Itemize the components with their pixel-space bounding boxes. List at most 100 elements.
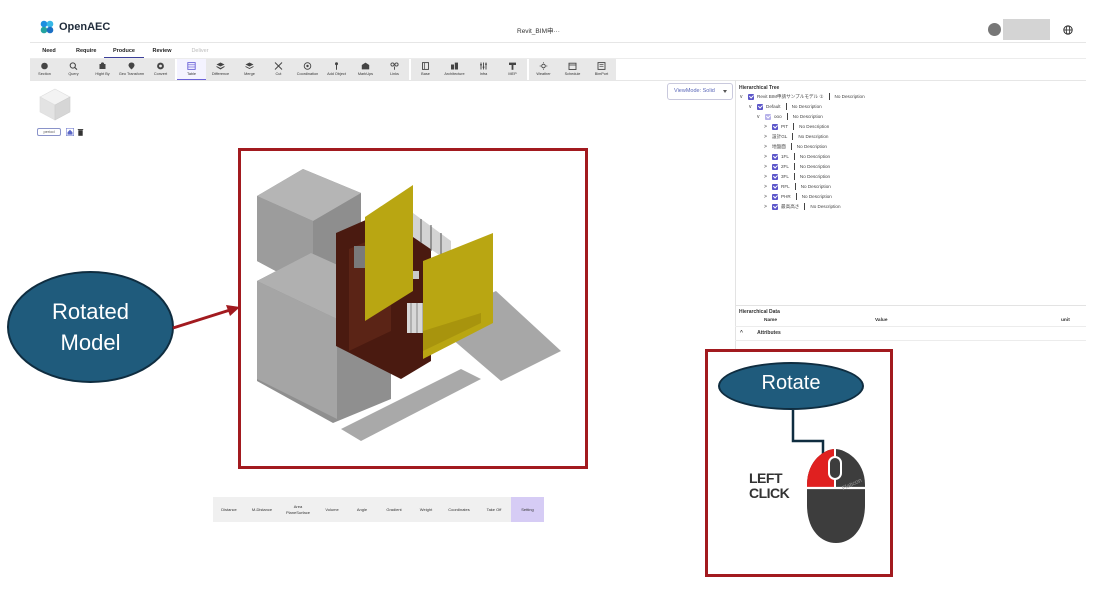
tab-require[interactable]: Require (68, 46, 104, 58)
home-icon[interactable] (66, 128, 74, 136)
query-button[interactable]: Query (59, 59, 88, 80)
tree-row[interactable]: > PHR No Description (764, 192, 832, 201)
document-title: Revit_BIM申··· (517, 28, 560, 35)
checkbox[interactable] (772, 183, 778, 190)
tree-row[interactable]: > 3FL No Description (764, 172, 830, 181)
tree-item-description: No Description (810, 204, 841, 209)
section-button[interactable]: Section (30, 59, 59, 80)
chevron-right-icon[interactable]: > (764, 124, 769, 130)
separator (828, 93, 830, 100)
coordination-icon (303, 62, 312, 70)
chevron-right-icon[interactable]: > (764, 144, 769, 150)
infra-button[interactable]: Infra (469, 59, 498, 80)
building-3d-model[interactable] (241, 151, 585, 466)
take-off-button[interactable]: Take Off (477, 497, 511, 522)
user-avatar-icon[interactable] (988, 23, 1001, 36)
infra-label: Infra (479, 72, 488, 76)
user-name-box[interactable] (1003, 19, 1050, 40)
checkbox[interactable] (772, 193, 778, 200)
weight-button[interactable]: Weight (411, 497, 441, 522)
chevron-down-icon[interactable]: v (757, 114, 762, 120)
view-cube-icon[interactable] (37, 86, 73, 122)
period-chip[interactable]: period (37, 128, 61, 136)
tree-row[interactable]: > 地盤面 No Description (764, 142, 827, 151)
chevron-down-icon[interactable]: v (740, 94, 745, 100)
openaec-logo[interactable]: OpenAEC (40, 20, 110, 34)
base-button[interactable]: Base (411, 59, 440, 80)
distance-button[interactable]: Distance (213, 497, 245, 522)
checkbox[interactable] (772, 203, 778, 210)
links-button[interactable]: Links (380, 59, 409, 80)
tree-row[interactable]: > 2FL No Description (764, 162, 830, 171)
convert-button[interactable]: Convert (146, 59, 175, 80)
tree-row[interactable]: > RFL No Description (764, 182, 831, 191)
trash-icon[interactable] (77, 128, 84, 136)
checkbox[interactable] (757, 103, 763, 110)
m-distance-button[interactable]: M-Distance (245, 497, 279, 522)
coordinates-button[interactable]: Coordinates (441, 497, 477, 522)
viewmode-dropdown[interactable]: ViewMode: Solid (667, 83, 733, 100)
tree-row[interactable]: > 設計GL No Description (764, 132, 828, 141)
tree-row[interactable]: v ooo No Description (757, 112, 823, 121)
tab-need[interactable]: Need (30, 46, 68, 58)
tree-row[interactable]: > 1FL No Description (764, 152, 830, 161)
tree-row[interactable]: v Revit BIM申請サンプルモデル ① No Description (740, 92, 865, 101)
chevron-right-icon[interactable]: > (764, 164, 769, 170)
chevron-right-icon[interactable]: > (764, 204, 769, 210)
mep-label: MEP (508, 72, 517, 76)
tree-row[interactable]: v Default No Description (749, 102, 822, 111)
chevron-down-icon[interactable]: v (749, 104, 754, 110)
cut-button[interactable]: Cut (264, 59, 293, 80)
globe-icon[interactable] (1063, 25, 1073, 35)
schedule-button[interactable]: Schedule (558, 59, 587, 80)
merge-button[interactable]: Merge (235, 59, 264, 80)
attributes-label: Attributes (757, 330, 781, 336)
checkbox[interactable] (765, 113, 771, 120)
tree-item-description: No Description (796, 144, 827, 149)
tree-row[interactable]: > 最高高さ No Description (764, 202, 841, 211)
volume-button[interactable]: Volume (317, 497, 347, 522)
coordination-button[interactable]: Coordination (293, 59, 322, 80)
geo-transform-icon (128, 62, 135, 70)
checkbox[interactable] (772, 163, 778, 170)
chevron-right-icon[interactable]: > (764, 154, 769, 160)
checkbox[interactable] (772, 173, 778, 180)
mep-button[interactable]: MEP (498, 59, 527, 80)
section-icon (41, 62, 48, 70)
area-button[interactable]: Area PlaneSurface (279, 497, 317, 522)
separator (795, 193, 797, 200)
chevron-right-icon[interactable]: > (764, 184, 769, 190)
chevron-right-icon[interactable]: > (764, 174, 769, 180)
toolbar-group-edit: Table Difference Merge Cut Coordination … (177, 59, 409, 80)
attributes-row[interactable]: ^ Attributes (740, 330, 781, 336)
weather-icon (539, 62, 548, 70)
separator (793, 153, 795, 160)
add-object-icon (335, 62, 338, 70)
setting-button[interactable]: Setting (511, 497, 544, 522)
table-button[interactable]: Table (177, 59, 206, 80)
chevron-up-icon[interactable]: ^ (740, 330, 743, 336)
main-tabs: Need Require Produce Review Deliver (30, 46, 220, 58)
tab-produce[interactable]: Produce (104, 46, 144, 58)
gradient-button[interactable]: Gradient (377, 497, 411, 522)
chevron-right-icon[interactable]: > (764, 134, 769, 140)
difference-button[interactable]: Difference (206, 59, 235, 80)
hight-by-button[interactable]: Hight By (88, 59, 117, 80)
markups-button[interactable]: MarkUps (351, 59, 380, 80)
architecture-button[interactable]: Architecture (440, 59, 469, 80)
callout-text: Rotated Model (7, 296, 174, 358)
checkbox[interactable] (748, 93, 754, 100)
add-object-button[interactable]: Add Object (322, 59, 351, 80)
weather-button[interactable]: Weather (529, 59, 558, 80)
bimport-button[interactable]: BimPort (587, 59, 616, 80)
tree-item-description: No Description (791, 104, 822, 109)
checkbox[interactable] (772, 153, 778, 160)
angle-button[interactable]: Angle (347, 497, 377, 522)
checkbox[interactable] (772, 123, 778, 130)
geo-transform-button[interactable]: Geo Transform (117, 59, 146, 80)
weather-label: Weather (536, 72, 551, 76)
tree-row[interactable]: > PIT No Description (764, 122, 829, 131)
callout-line-1: Rotated (51, 299, 130, 324)
chevron-right-icon[interactable]: > (764, 194, 769, 200)
tab-review[interactable]: Review (144, 46, 180, 58)
